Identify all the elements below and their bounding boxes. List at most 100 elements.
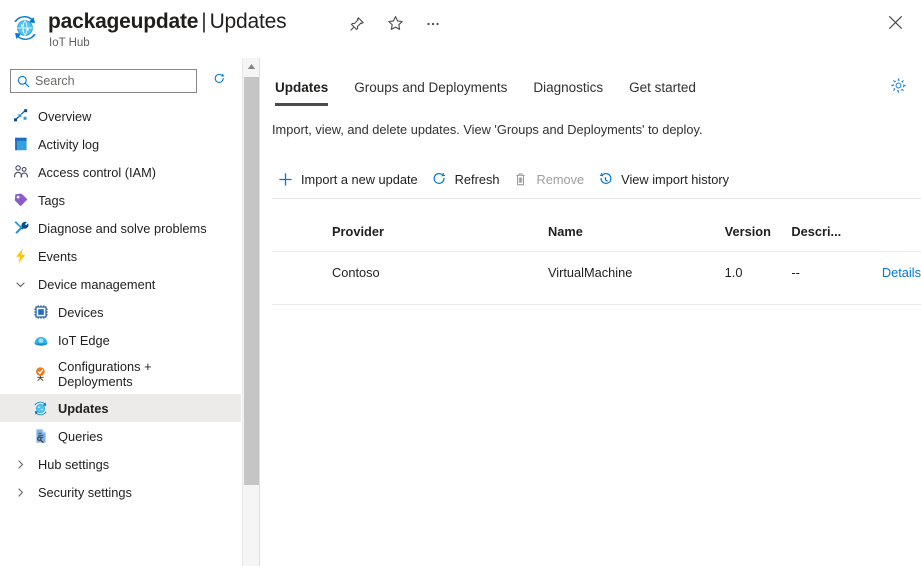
chevron-right-icon — [12, 484, 29, 501]
sidebar-item-diagnose[interactable]: Diagnose and solve problems — [0, 214, 241, 242]
header-actions — [343, 11, 447, 39]
sidebar-item-label: Queries — [58, 429, 103, 444]
sidebar-item-tags[interactable]: Tags — [0, 186, 241, 214]
activity-log-icon — [12, 136, 29, 153]
chevron-right-icon — [12, 456, 29, 473]
sidebar-item-access-control[interactable]: Access control (IAM) — [0, 158, 241, 186]
refresh-button[interactable]: Refresh — [428, 164, 510, 194]
tab-get-started[interactable]: Get started — [616, 70, 709, 104]
sidebar-item-label: Diagnose and solve problems — [38, 221, 207, 236]
favorite-button[interactable] — [381, 11, 409, 39]
details-link[interactable]: Details — [862, 265, 921, 280]
sidebar-group-label: Device management — [38, 277, 155, 292]
table-row[interactable]: Contoso VirtualMachine 1.0 -- Details — [272, 251, 921, 293]
table-header-row: Provider Name Version Descri... — [272, 211, 921, 251]
configurations-icon — [32, 366, 49, 383]
column-header-provider[interactable]: Provider — [332, 224, 548, 239]
search-box[interactable] — [10, 69, 197, 93]
queries-icon — [32, 428, 49, 445]
sidebar-item-label: Configurations + Deployments — [58, 359, 193, 389]
sidebar-item-label: Activity log — [38, 137, 99, 152]
sidebar-item-events[interactable]: Events — [0, 242, 241, 270]
sidebar-item-configurations-deployments[interactable]: Configurations + Deployments — [0, 354, 241, 394]
title-separator: | — [198, 10, 209, 33]
sidebar-item-updates[interactable]: Updates — [0, 394, 241, 422]
tab-label: Get started — [629, 80, 696, 95]
devices-icon — [32, 304, 49, 321]
trash-icon — [512, 171, 529, 188]
chevron-down-icon — [12, 276, 29, 293]
tab-groups-and-deployments[interactable]: Groups and Deployments — [341, 70, 520, 104]
sidebar-item-queries[interactable]: Queries — [0, 422, 241, 450]
tab-label: Groups and Deployments — [354, 80, 507, 95]
column-header-version[interactable]: Version — [725, 224, 792, 239]
command-bar-divider — [272, 198, 921, 199]
ellipsis-icon — [425, 16, 441, 35]
sidebar-refresh-button[interactable] — [208, 70, 230, 92]
page-title: packageupdate|Updates — [48, 8, 286, 36]
sidebar-group-device-management[interactable]: Device management — [0, 270, 241, 298]
table-body: Contoso VirtualMachine 1.0 -- Details — [272, 251, 921, 293]
main-content: Updates Groups and Deployments Diagnosti… — [260, 58, 921, 566]
tab-updates[interactable]: Updates — [272, 70, 341, 104]
iot-edge-icon — [32, 332, 49, 349]
sidebar-nav-list: Overview Activity log — [0, 102, 241, 506]
sidebar-group-hub-settings[interactable]: Hub settings — [0, 450, 241, 478]
sidebar-item-devices[interactable]: Devices — [0, 298, 241, 326]
close-icon — [888, 15, 903, 33]
sidebar-item-iot-edge[interactable]: IoT Edge — [0, 326, 241, 354]
page-name: Updates — [210, 10, 287, 33]
sidebar-group-security-settings[interactable]: Security settings — [0, 478, 241, 506]
command-bar: Import a new update Refresh — [274, 163, 739, 195]
cell-name: VirtualMachine — [548, 265, 725, 280]
sidebar-item-label: Updates — [58, 401, 109, 416]
diagnose-icon — [12, 220, 29, 237]
scroll-up-arrow-icon[interactable] — [243, 58, 260, 75]
blade-sidebar: Overview Activity log — [0, 58, 260, 566]
cell-description: -- — [791, 265, 862, 280]
blade-header: packageupdate|Updates IoT Hub — [0, 0, 921, 58]
tab-label: Diagnostics — [533, 80, 603, 95]
tab-bar: Updates Groups and Deployments Diagnosti… — [272, 66, 709, 104]
gear-icon — [890, 77, 907, 97]
search-input[interactable] — [35, 74, 185, 88]
star-icon — [387, 15, 404, 35]
sidebar-item-overview[interactable]: Overview — [0, 102, 241, 130]
column-header-description[interactable]: Descri... — [791, 224, 862, 239]
pin-button[interactable] — [343, 11, 371, 39]
tab-diagnostics[interactable]: Diagnostics — [520, 70, 616, 104]
search-icon — [17, 75, 30, 88]
command-label: Import a new update — [301, 172, 418, 187]
cell-version: 1.0 — [725, 265, 792, 280]
iot-hub-update-icon — [10, 13, 40, 43]
import-a-new-update-button[interactable]: Import a new update — [274, 164, 428, 194]
close-button[interactable] — [879, 8, 911, 40]
command-label: Refresh — [455, 172, 500, 187]
resource-type-subtitle: IoT Hub — [49, 36, 90, 50]
settings-button[interactable] — [883, 72, 913, 102]
view-import-history-button[interactable]: View import history — [594, 164, 739, 194]
sidebar-item-label: Devices — [58, 305, 104, 320]
scrollbar-thumb[interactable] — [244, 77, 259, 485]
overview-icon — [12, 108, 29, 125]
access-control-icon — [12, 164, 29, 181]
sidebar-item-label: Events — [38, 249, 77, 264]
more-options-button[interactable] — [419, 11, 447, 39]
history-icon — [597, 171, 614, 188]
refresh-icon — [213, 73, 226, 89]
sidebar-item-activity-log[interactable]: Activity log — [0, 130, 241, 158]
blade-description: Import, view, and delete updates. View '… — [272, 122, 703, 137]
sidebar-item-label: IoT Edge — [58, 333, 110, 348]
resource-name: packageupdate — [48, 10, 198, 33]
updates-icon — [32, 400, 49, 417]
plus-icon — [277, 171, 294, 188]
command-label: Remove — [536, 172, 584, 187]
updates-table: Provider Name Version Descri... Contoso … — [272, 211, 921, 293]
sidebar-group-label: Security settings — [38, 485, 132, 500]
command-label: View import history — [621, 172, 729, 187]
sidebar-scrollbar[interactable] — [242, 58, 259, 566]
table-header-divider — [272, 251, 921, 252]
pin-icon — [349, 16, 365, 35]
sidebar-item-label: Access control (IAM) — [38, 165, 156, 180]
column-header-name[interactable]: Name — [548, 224, 725, 239]
